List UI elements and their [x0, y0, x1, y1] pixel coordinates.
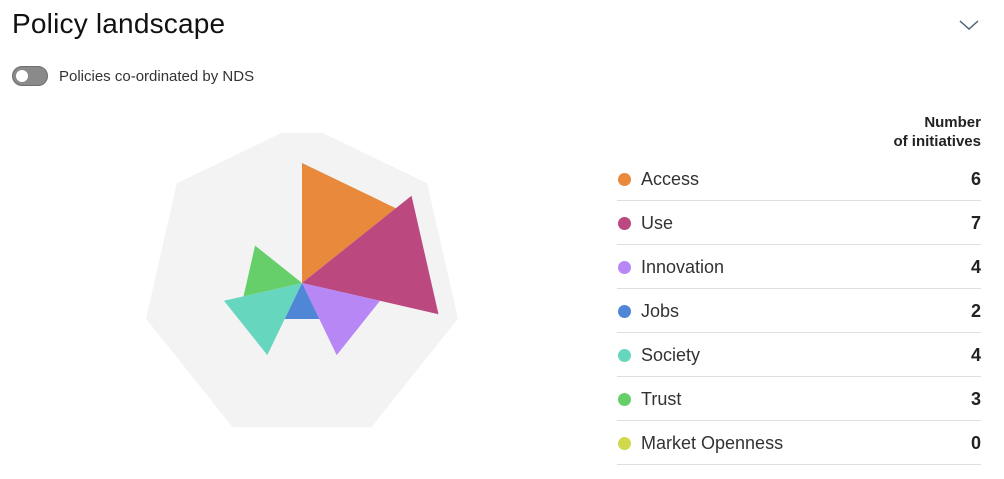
nds-toggle-switch[interactable]: [12, 66, 48, 86]
policy-radial-chart: [140, 123, 464, 445]
legend-value: 0: [970, 433, 981, 453]
legend-dot-icon: [618, 393, 631, 406]
legend-row-trust[interactable]: Trust 3: [617, 377, 981, 421]
legend-value: 2: [970, 301, 981, 321]
legend-label: Use: [641, 213, 674, 233]
legend-dot-icon: [618, 437, 631, 450]
chevron-down-icon: [959, 20, 979, 31]
legend-dot-icon: [618, 349, 631, 362]
legend-dot-icon: [618, 261, 631, 274]
legend-row-use[interactable]: Use 7: [617, 201, 981, 245]
legend-dot-icon: [618, 305, 631, 318]
nds-filter-row: Policies co-ordinated by NDS: [12, 64, 254, 88]
page-title: Policy landscape: [12, 8, 226, 39]
legend-row-market-openness[interactable]: Market Openness 0: [617, 421, 981, 465]
legend-value: 4: [970, 257, 981, 277]
radial-chart-svg: [146, 123, 458, 428]
toggle-knob: [16, 70, 28, 82]
nds-toggle-label: Policies co-ordinated by NDS: [59, 67, 255, 85]
legend-header-line1: Number: [924, 114, 981, 131]
legend-row-jobs[interactable]: Jobs 2: [617, 289, 981, 333]
legend-dot-icon: [618, 217, 631, 230]
legend-value: 3: [970, 389, 981, 409]
collapse-button[interactable]: [958, 16, 980, 34]
legend-label: Jobs: [641, 301, 680, 321]
legend-label: Innovation: [641, 257, 725, 277]
legend-row-innovation[interactable]: Innovation 4: [617, 245, 981, 289]
legend-row-society[interactable]: Society 4: [617, 333, 981, 377]
legend-label: Trust: [641, 389, 682, 409]
legend-dot-icon: [618, 173, 631, 186]
legend-label: Market Openness: [641, 433, 784, 453]
legend-value: 4: [970, 345, 981, 365]
legend-value: 6: [970, 169, 981, 189]
legend-label: Access: [641, 169, 700, 189]
legend-row-access[interactable]: Access 6: [617, 157, 981, 201]
legend-value: 7: [970, 213, 981, 233]
legend-header-line2: of initiatives: [893, 133, 981, 150]
initiatives-legend: Number of initiatives Access 6 Use 7 Innovat…: [617, 111, 981, 465]
legend-header: Number of initiatives: [617, 111, 981, 157]
legend-label: Society: [641, 345, 701, 365]
